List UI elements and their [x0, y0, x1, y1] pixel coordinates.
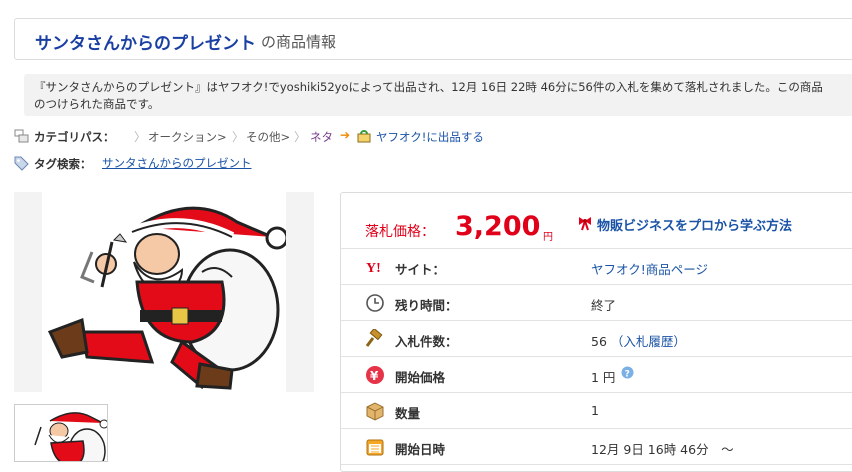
breadcrumb-item-auction[interactable]: オークション>: [148, 129, 227, 145]
start-price-row: ¥ 開始価格 1 円 ?: [341, 357, 852, 393]
start-date-label: 開始日時: [395, 442, 446, 457]
gavel-icon: [365, 329, 383, 347]
breadcrumb-label: カテゴリパス：: [34, 130, 115, 144]
santa-illustration: [47, 206, 289, 390]
breadcrumb-item-neta[interactable]: ネタ: [310, 129, 333, 145]
tag-link[interactable]: サンタさんからのプレゼント: [102, 155, 252, 171]
price-row: 落札価格： 3,200 円 物販ビジネスをプロから学ぶ方法: [341, 193, 852, 249]
bid-count-row: 入札件数： 56 （入札履歴）: [341, 321, 852, 357]
yen-icon: ¥: [366, 366, 384, 384]
product-thumbnail[interactable]: [14, 404, 108, 462]
ribbon-icon: [579, 217, 591, 231]
yahoo-icon: Y!: [366, 261, 381, 276]
quantity-label: 数量: [395, 406, 421, 421]
auction-description: 『サンタさんからのプレゼント』はヤフオク!でyoshiki52yoによって出品さ…: [24, 74, 852, 116]
chevron-right-icon: 〉: [134, 130, 147, 144]
santa-thumbnail-illustration: [34, 412, 107, 461]
box-icon: [366, 402, 384, 421]
business-promo-link[interactable]: 物販ビジネスをプロから学ぶ方法: [597, 215, 792, 234]
start-price-label: 開始価格: [395, 370, 446, 385]
calendar-icon: [366, 439, 384, 456]
sell-on-yahuoku-link[interactable]: ヤフオク!に出品する: [376, 129, 484, 145]
site-row: Y! サイト： ヤフオク!商品ページ: [341, 249, 852, 285]
winning-price: 3,200: [455, 211, 541, 242]
quantity-row: 数量 1: [341, 393, 852, 429]
help-icon[interactable]: ?: [621, 366, 634, 379]
page-title: サンタさんからのプレゼント: [35, 34, 256, 54]
svg-text:?: ?: [625, 370, 630, 380]
time-left-value: 終了: [591, 298, 617, 313]
tag-search-label: タグ検索：: [34, 157, 92, 171]
description-line-1: 『サンタさんからのプレゼント』はヤフオク!でyoshiki52yoによって出品さ…: [34, 80, 823, 94]
bid-count-label: 入札件数：: [395, 334, 458, 349]
time-left-label: 残り時間：: [395, 298, 458, 313]
svg-text:Y!: Y!: [366, 261, 381, 276]
svg-text:¥: ¥: [370, 369, 379, 383]
clock-icon: [366, 294, 384, 312]
product-main-image[interactable]: [14, 192, 314, 392]
site-value[interactable]: ヤフオク!商品ページ: [591, 259, 708, 278]
page-title-suffix: の商品情報: [261, 33, 337, 51]
shop-icon: [357, 130, 371, 143]
breadcrumb-item-other[interactable]: その他>: [246, 129, 290, 145]
arrow-right-icon: ➔: [340, 128, 351, 142]
category-icon: [14, 129, 29, 143]
price-label: 落札価格：: [365, 224, 435, 240]
bid-count-value: 56 （入札履歴）: [591, 334, 686, 349]
start-date-value: 12月 9日 16時 46分 ～: [591, 442, 734, 457]
bid-history-link[interactable]: （入札履歴）: [611, 334, 686, 349]
tag-icon: [14, 156, 29, 171]
price-unit: 円: [543, 232, 553, 243]
quantity-value: 1: [591, 403, 599, 418]
chevron-right-icon: 〉: [294, 130, 307, 144]
start-date-row: 開始日時 12月 9日 16時 46分 ～: [341, 429, 852, 465]
chevron-right-icon: 〉: [232, 130, 245, 144]
time-left-row: 残り時間： 終了: [341, 285, 852, 321]
auction-info-panel: 落札価格： 3,200 円 物販ビジネスをプロから学ぶ方法 Y! サイト： ヤフ…: [340, 192, 852, 472]
page-title-bar: サンタさんからのプレゼント の商品情報: [14, 18, 852, 60]
description-line-2: のつけられた商品です。: [34, 97, 160, 111]
site-label: サイト：: [395, 262, 446, 277]
start-price-value: 1 円: [591, 370, 616, 385]
